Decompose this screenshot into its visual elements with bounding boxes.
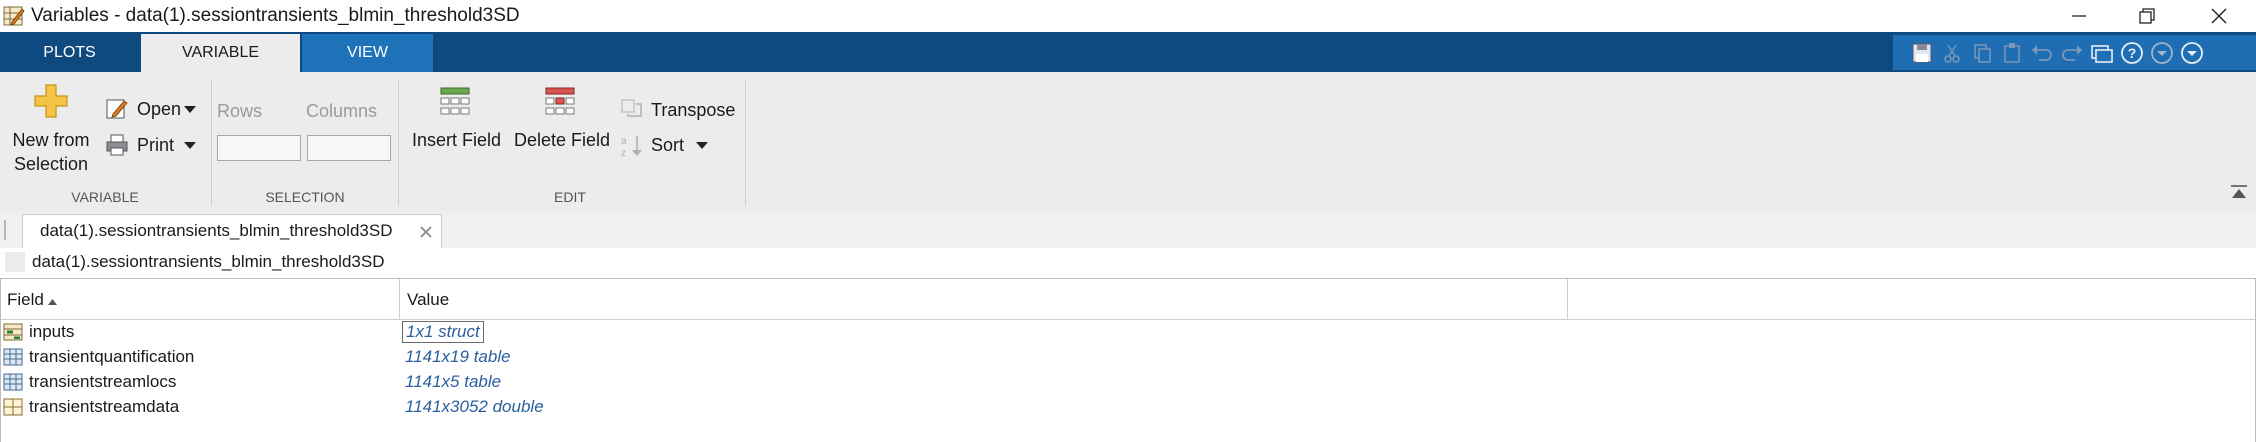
svg-text:z: z [621, 148, 626, 159]
open-label: Open [137, 99, 182, 119]
field-value[interactable]: 1141x3052 double [405, 397, 544, 417]
column-header-field[interactable]: Field [7, 290, 44, 310]
table-row[interactable]: transientstreamdata 1141x3052 double [1, 395, 2255, 420]
sort-ascending-icon [48, 299, 57, 305]
paste-icon[interactable] [1999, 40, 2025, 66]
columns-label: Columns [306, 101, 378, 121]
close-tab-icon[interactable] [419, 225, 433, 239]
variables-app-icon [3, 6, 25, 26]
chevron-down-icon [184, 106, 196, 113]
section-divider [211, 80, 212, 206]
transpose-label: Transpose [651, 100, 736, 120]
restore-button[interactable] [2114, 0, 2180, 32]
rows-input[interactable] [217, 135, 301, 161]
delete-field-icon [545, 87, 575, 115]
columns-input[interactable] [307, 135, 391, 161]
table-row[interactable]: transientquantification 1141x19 table [1, 345, 2255, 370]
section-label-selection: SELECTION [265, 189, 345, 205]
new-from-selection-label-line2: Selection [13, 154, 89, 174]
table-header: Field Value [1, 279, 2255, 320]
table-icon [3, 348, 23, 366]
sort-icon: a z [621, 136, 642, 159]
tab-view[interactable]: VIEW [302, 34, 433, 72]
delete-field-label: Delete Field [514, 130, 611, 150]
svg-text:a: a [621, 136, 627, 147]
field-value[interactable]: 1x1 struct [402, 321, 484, 343]
collapse-toolstrip-icon[interactable] [2230, 184, 2248, 200]
minimize-button[interactable] [2046, 0, 2112, 32]
tab-plots[interactable]: PLOTS [3, 34, 136, 72]
section-label-variable: VARIABLE [71, 189, 139, 205]
svg-text:?: ? [2128, 45, 2137, 61]
window-title: Variables - data(1).sessiontransients_bl… [31, 5, 520, 26]
quick-access-toolbar: ? [1893, 35, 2256, 70]
print-label: Print [137, 135, 175, 155]
toolstrip-ribbon: New from Selection Open Print VARIABLE R… [0, 72, 2256, 213]
sort-label: Sort [651, 135, 685, 155]
options-dropdown-icon[interactable] [2179, 40, 2205, 66]
plus-icon [34, 84, 68, 118]
close-window-button[interactable] [2186, 0, 2252, 32]
title-bar: Variables - data(1).sessiontransients_bl… [0, 0, 2256, 32]
chevron-down-icon [696, 142, 708, 149]
minimize-icon [2072, 15, 2086, 17]
struct-fields-table: Field Value inputs 1x1 struct transientq… [0, 278, 2256, 442]
undo-icon[interactable] [2029, 40, 2055, 66]
section-divider [745, 80, 746, 206]
copy-icon[interactable] [1969, 40, 1995, 66]
column-divider[interactable] [399, 279, 400, 319]
tab-variable[interactable]: VARIABLE [141, 34, 300, 72]
switch-windows-icon[interactable] [2089, 40, 2115, 66]
cut-icon[interactable] [1939, 40, 1965, 66]
field-name: transientstreamdata [29, 397, 180, 416]
redo-icon[interactable] [2059, 40, 2085, 66]
chevron-down-icon [184, 142, 196, 149]
field-name: transientstreamlocs [29, 372, 177, 391]
section-label-edit: EDIT [554, 189, 586, 205]
column-header-value[interactable]: Value [407, 290, 449, 310]
path-expand-box[interactable] [5, 252, 25, 272]
document-tab[interactable]: data(1).sessiontransients_blmin_threshol… [22, 214, 442, 248]
table-icon [3, 373, 23, 391]
column-divider[interactable] [1567, 279, 1568, 319]
community-dropdown-icon[interactable] [2149, 40, 2175, 66]
help-icon[interactable]: ? [2119, 40, 2145, 66]
field-value[interactable]: 1141x5 table [405, 372, 501, 392]
restore-icon [2139, 8, 2155, 24]
matrix-icon [3, 398, 23, 416]
open-variable-icon [106, 99, 128, 119]
rows-label: Rows [217, 101, 263, 121]
table-row[interactable]: inputs 1x1 struct [1, 320, 2255, 345]
field-name: inputs [29, 322, 75, 341]
variable-path: data(1).sessiontransients_blmin_threshol… [32, 252, 385, 271]
table-row[interactable]: transientstreamlocs 1141x5 table [1, 370, 2255, 395]
document-tab-bar: data(1).sessiontransients_blmin_threshol… [0, 212, 2256, 248]
print-icon [106, 134, 128, 156]
insert-field-label: Insert Field [412, 130, 502, 150]
section-divider [398, 80, 399, 206]
tab-bar-grip [4, 220, 6, 240]
variable-path-bar: data(1).sessiontransients_blmin_threshol… [0, 248, 2256, 278]
new-from-selection-label-line1: New from [12, 130, 90, 150]
field-name: transientquantification [29, 347, 195, 366]
transpose-icon [621, 99, 642, 117]
save-icon[interactable] [1909, 40, 1935, 66]
insert-field-icon [440, 87, 470, 115]
close-icon [2211, 8, 2227, 24]
field-value[interactable]: 1141x19 table [405, 347, 511, 367]
struct-icon [3, 323, 23, 341]
document-tab-label: data(1).sessiontransients_blmin_threshol… [40, 221, 393, 240]
